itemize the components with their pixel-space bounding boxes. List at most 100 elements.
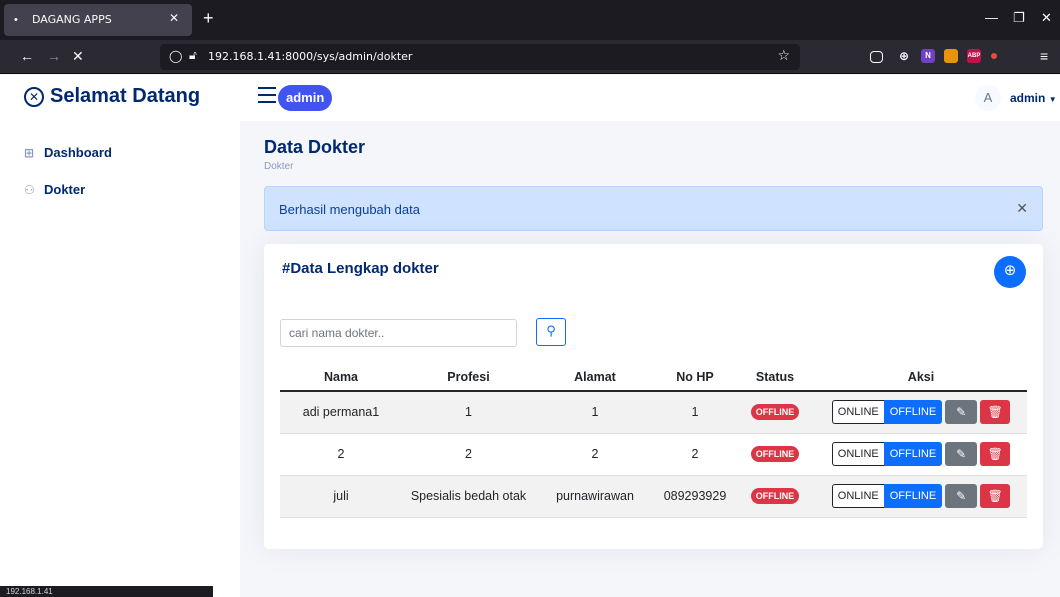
brand-text: Selamat Datang: [50, 85, 201, 107]
cell-profesi: 2: [402, 433, 535, 476]
people-icon: ⚇: [24, 183, 35, 197]
grid-icon: ⊞: [24, 146, 35, 160]
cell-alamat: purnawirawan: [535, 475, 655, 518]
cell-alamat: 2: [535, 433, 655, 476]
alert-message: Berhasil mengubah data: [279, 202, 420, 217]
delete-button[interactable]: 🗑︎: [980, 484, 1011, 508]
cell-nama: juli: [280, 475, 402, 518]
cell-aksi: ONLINE OFFLINE ✎ 🗑︎: [815, 433, 1027, 476]
set-online-button[interactable]: ONLINE: [831, 400, 884, 425]
cell-status: OFFLINE: [735, 475, 815, 518]
trash-icon: 🗑︎: [987, 489, 1003, 503]
set-offline-button[interactable]: OFFLINE: [883, 442, 943, 466]
caret-down-icon: ▼: [1048, 95, 1057, 104]
cell-status: OFFLINE: [735, 391, 815, 434]
status-toggle-group: ONLINE OFFLINE: [831, 442, 943, 466]
url-bar[interactable]: ◯ 🔓︎ 192.168.1.41:8000/sys/admin/dokter …: [160, 44, 800, 70]
breadcrumb[interactable]: Dokter: [264, 161, 293, 172]
cell-nama: 2: [280, 433, 402, 476]
adblock-plus-icon[interactable]: ABP: [967, 49, 981, 63]
search-icon: ⚲: [546, 323, 556, 338]
search-button[interactable]: ⚲: [536, 318, 566, 346]
status-toggle-group: ONLINE OFFLINE: [831, 400, 943, 425]
column-header-status: Status: [735, 364, 815, 392]
delete-button[interactable]: 🗑︎: [980, 400, 1011, 425]
set-online-button[interactable]: ONLINE: [831, 442, 884, 466]
browser-tabbar: • DAGANG APPS ✕ + — ❐ ✕: [0, 0, 1060, 40]
user-name: admin: [1010, 91, 1046, 105]
sidebar-item-label: Dashboard: [44, 145, 112, 160]
sidebar-toggle-icon[interactable]: [258, 87, 276, 103]
window-close-icon[interactable]: ✕: [1041, 10, 1052, 26]
sidebar-item-dokter[interactable]: ⚇ Dokter: [24, 182, 85, 206]
edit-icon: ✎: [956, 405, 967, 420]
cell-profesi: Spesialis bedah otak: [402, 475, 535, 518]
restore-icon[interactable]: ❐: [1013, 10, 1025, 26]
plus-circle-icon: ⊕: [1003, 262, 1017, 279]
sidebar-item-label: Dokter: [44, 182, 86, 197]
record-extension-icon[interactable]: [991, 53, 997, 59]
page-title: Data Dokter: [264, 137, 366, 157]
set-offline-button[interactable]: OFFLINE: [883, 484, 943, 508]
cell-aksi: ONLINE OFFLINE ✎ 🗑︎: [815, 391, 1027, 434]
doctor-data-card: #Data Lengkap dokter ⊕ ⚲ Nama Profesi Al…: [264, 244, 1043, 549]
edit-button[interactable]: ✎: [945, 442, 978, 466]
cell-no-hp: 1: [655, 391, 735, 434]
edit-icon: ✎: [956, 447, 967, 461]
table-row: 2 2 2 2 OFFLINE ONLINE OFFLINE ✎ 🗑︎: [280, 433, 1027, 476]
stop-icon[interactable]: ✕: [72, 48, 84, 65]
browser-tab[interactable]: • DAGANG APPS ✕: [4, 4, 192, 36]
table-row: juli Spesialis bedah otak purnawirawan 0892…: [280, 475, 1027, 518]
user-menu-dropdown[interactable]: admin ▼: [1010, 91, 1057, 105]
role-badge: admin: [278, 85, 333, 111]
avatar[interactable]: A: [975, 85, 1001, 111]
tab-title: DAGANG APPS: [32, 13, 112, 26]
doctor-table: Nama Profesi Alamat No HP Status Aksi ad…: [280, 364, 1027, 518]
status-toggle-group: ONLINE OFFLINE: [831, 484, 943, 508]
app-header: ✕ Selamat Datang admin A admin ▼: [0, 75, 1060, 121]
table-header-row: Nama Profesi Alamat No HP Status Aksi: [280, 364, 1027, 392]
menu-icon[interactable]: ≡: [1040, 48, 1048, 64]
status-badge: OFFLINE: [750, 488, 800, 504]
set-offline-button[interactable]: OFFLINE: [883, 400, 943, 425]
cell-no-hp: 2: [655, 433, 735, 476]
edit-icon: ✎: [956, 489, 967, 503]
table-body: adi permana1 1 1 1 OFFLINE ONLINE OFFLINE ✎ 🗑︎ 2 2…: [280, 391, 1027, 518]
globe-extension-icon[interactable]: ⊕: [897, 49, 911, 63]
set-online-button[interactable]: ONLINE: [831, 484, 884, 508]
close-icon[interactable]: ✕: [1016, 200, 1028, 217]
tab-close-icon[interactable]: ✕: [169, 11, 179, 25]
sidebar-item-dashboard[interactable]: ⊞ Dashboard: [24, 145, 112, 169]
column-header-no-hp: No HP: [655, 364, 735, 392]
add-doctor-button[interactable]: ⊕: [994, 256, 1026, 288]
sidebar: ⊞ Dashboard ⚇ Dokter: [0, 121, 240, 597]
action-group: ONLINE OFFLINE ✎ 🗑︎: [831, 442, 1011, 466]
delete-button[interactable]: 🗑︎: [980, 442, 1011, 466]
search-input[interactable]: [280, 319, 517, 347]
tracking-shield-icon[interactable]: ◯: [169, 49, 182, 63]
card-title: #Data Lengkap dokter: [282, 260, 439, 277]
minimize-icon[interactable]: —: [985, 10, 998, 25]
edit-button[interactable]: ✎: [945, 484, 978, 508]
tab-favicon-icon: •: [14, 14, 18, 26]
cell-status: OFFLINE: [735, 433, 815, 476]
success-alert: Berhasil mengubah data ✕: [264, 186, 1043, 231]
cell-no-hp: 089293929: [655, 475, 735, 518]
cell-profesi: 1: [402, 391, 535, 434]
pocket-icon[interactable]: [870, 51, 883, 63]
trash-icon: 🗑︎: [987, 405, 1003, 420]
edit-button[interactable]: ✎: [945, 400, 978, 425]
brand-logo[interactable]: ✕ Selamat Datang: [24, 85, 200, 108]
bookmark-star-icon[interactable]: ☆: [777, 47, 790, 64]
table-row: adi permana1 1 1 1 OFFLINE ONLINE OFFLINE ✎ 🗑︎: [280, 391, 1027, 434]
insecure-lock-icon[interactable]: 🔓︎: [189, 48, 197, 63]
fox-extension-icon[interactable]: [944, 49, 958, 63]
browser-toolbar: ← → ✕ ◯ 🔓︎ 192.168.1.41:8000/sys/admin/d…: [0, 40, 1060, 74]
url-text[interactable]: 192.168.1.41:8000/sys/admin/dokter: [208, 50, 412, 63]
forward-icon[interactable]: →: [47, 48, 61, 64]
new-extension-icon[interactable]: N: [921, 49, 935, 63]
action-group: ONLINE OFFLINE ✎ 🗑︎: [831, 484, 1011, 508]
new-tab-icon[interactable]: +: [203, 8, 214, 28]
status-badge: OFFLINE: [750, 446, 800, 462]
back-icon[interactable]: ←: [20, 48, 34, 64]
